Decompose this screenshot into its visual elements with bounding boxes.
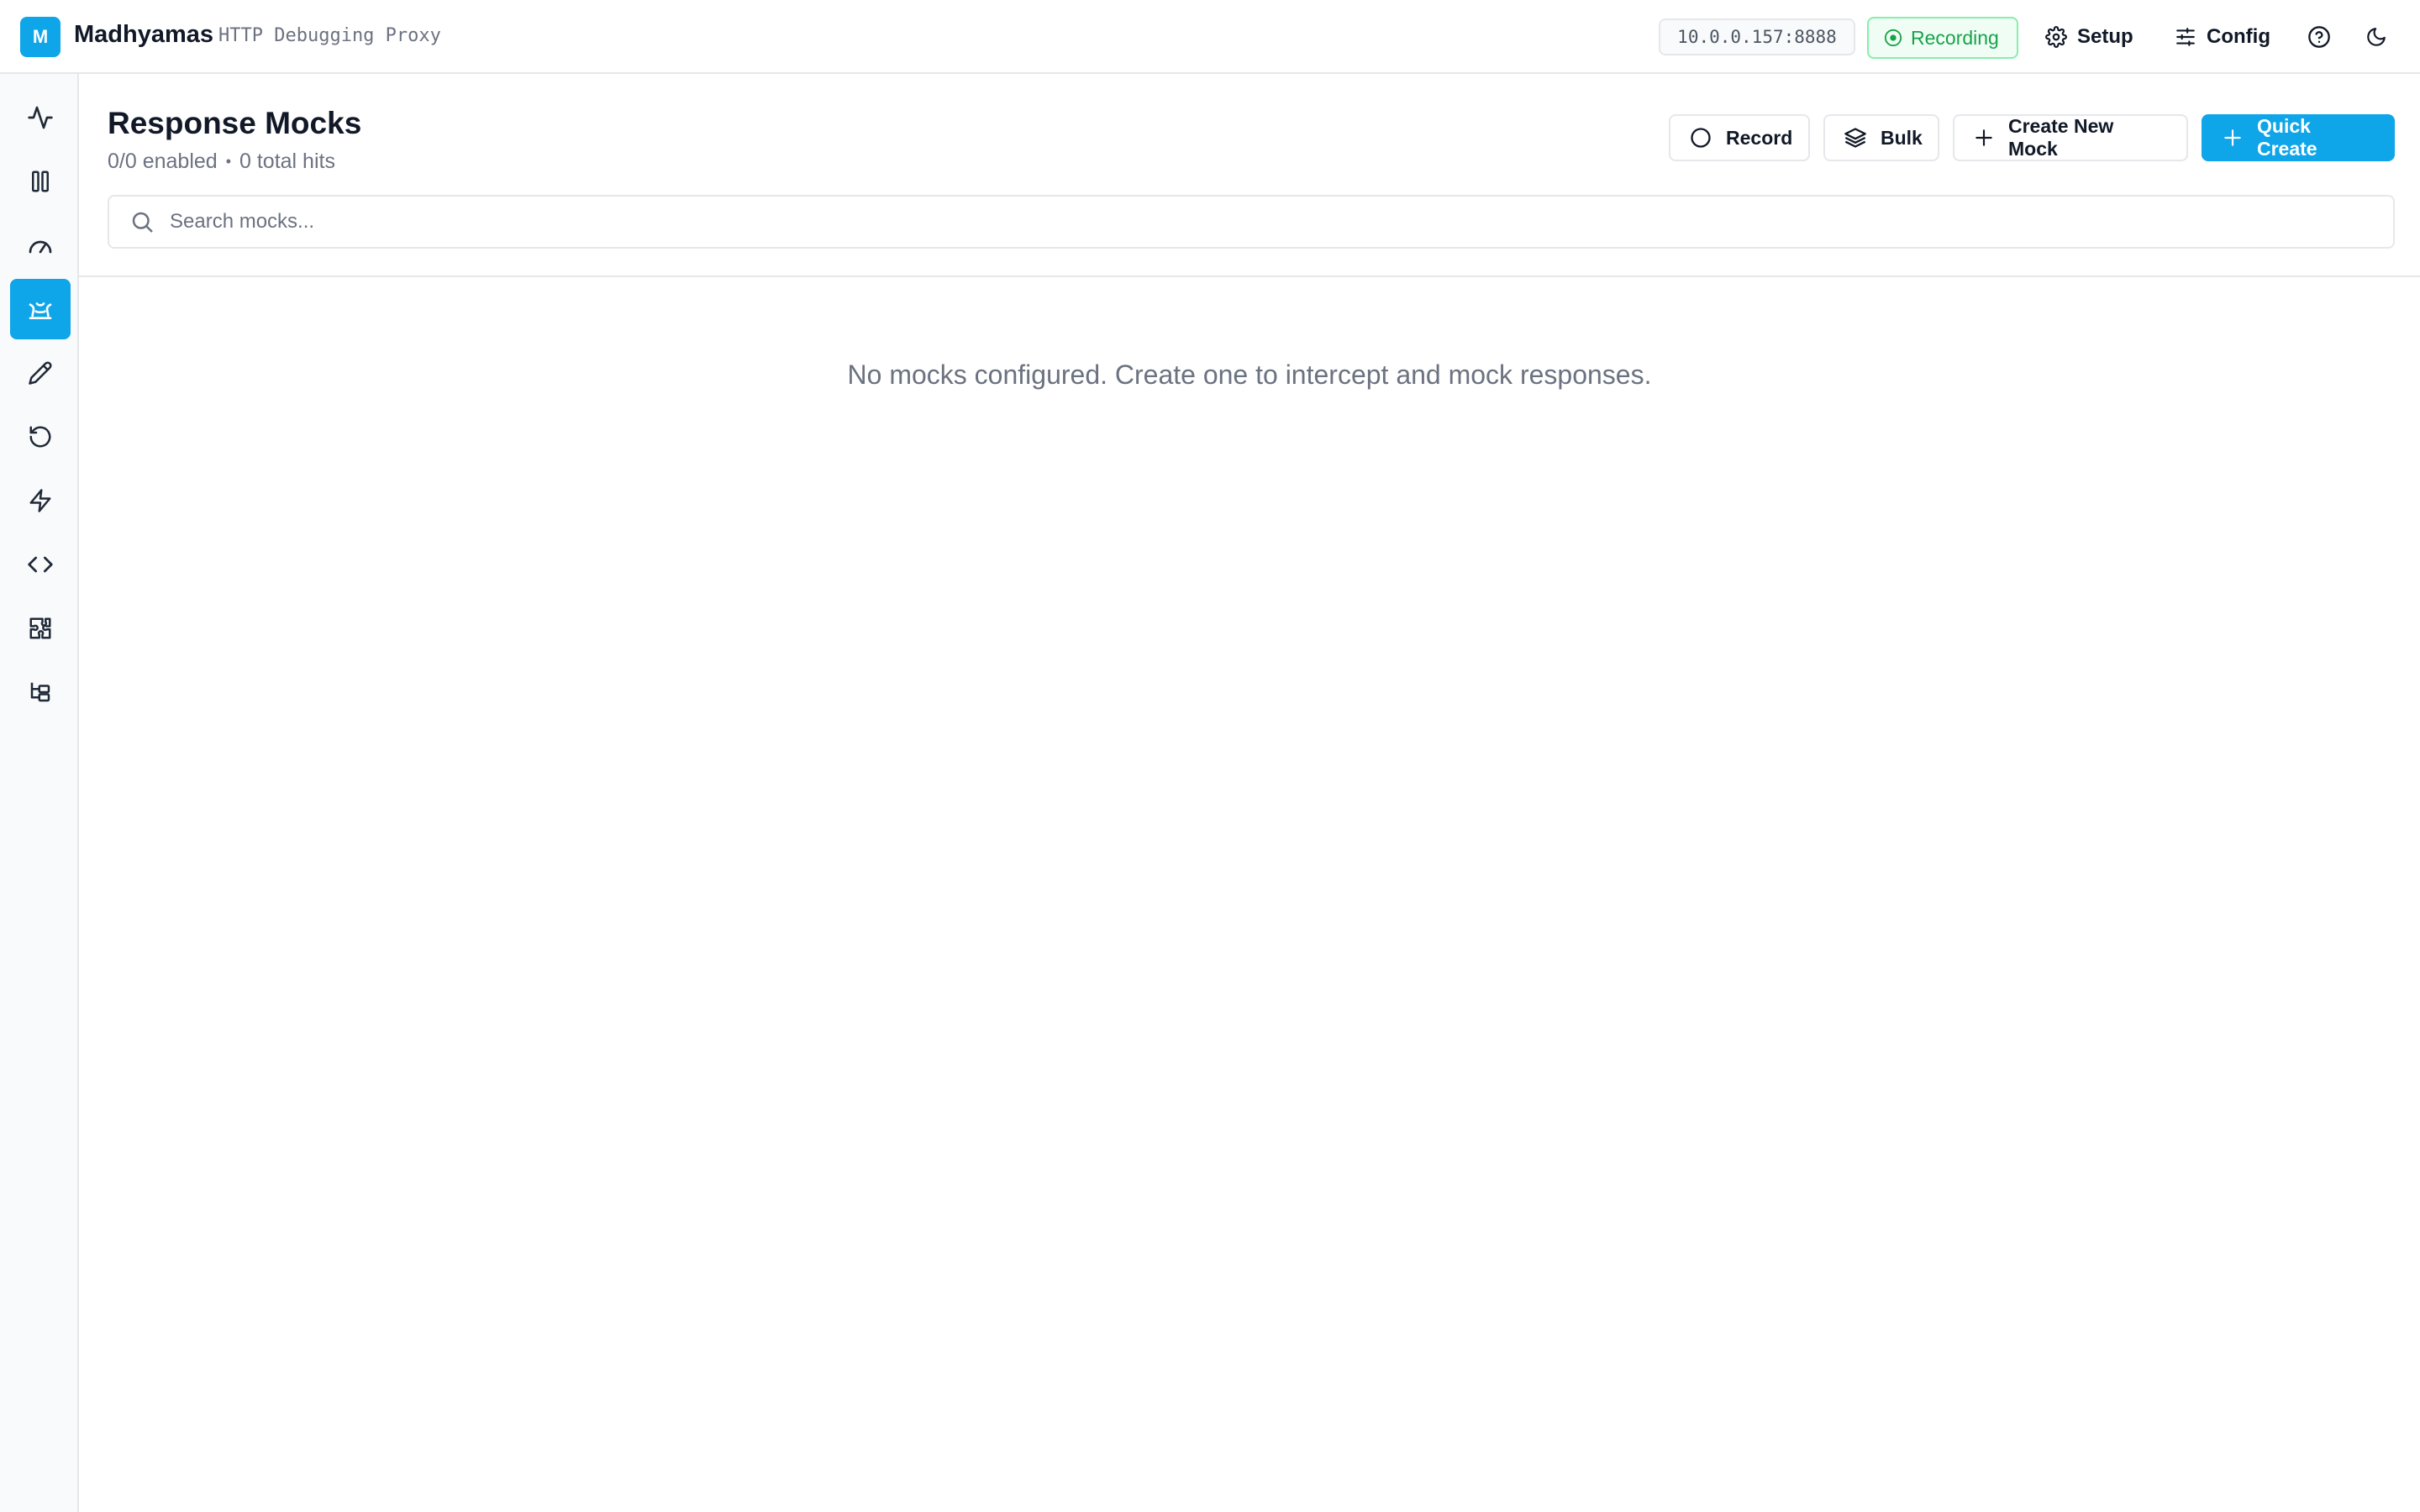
app-name: Madhyamas [74, 21, 214, 48]
sidebar-item-replay[interactable] [10, 407, 71, 467]
activity-icon [27, 104, 54, 131]
zap-icon [28, 488, 53, 513]
sidebar-item-plugins[interactable] [10, 598, 71, 659]
search-box [108, 195, 2395, 249]
bulk-label: Bulk [1881, 126, 1923, 149]
recording-status-button[interactable]: Recording [1867, 17, 2018, 59]
sliders-icon [2175, 26, 2196, 48]
help-button[interactable] [2302, 20, 2336, 54]
app-subtitle: HTTP Debugging Proxy [218, 25, 441, 46]
sidebar-item-performance[interactable] [10, 215, 71, 276]
create-new-mock-label: Create New Mock [2008, 115, 2114, 160]
gear-icon [2045, 26, 2067, 48]
top-bar: M Madhyamas HTTP Debugging Proxy 10.0.0.… [0, 0, 2420, 74]
recording-label: Recording [1911, 26, 1999, 49]
search-icon [129, 209, 155, 234]
theme-toggle-button[interactable] [2360, 20, 2393, 54]
sidebar-item-automation[interactable] [10, 470, 71, 531]
empty-state-message: No mocks configured. Create one to inter… [847, 360, 1652, 390]
circle-icon [1689, 126, 1712, 150]
sidebar-item-split[interactable] [10, 151, 71, 212]
page-stats: 0/0 enabled • 0 total hits [108, 150, 335, 174]
app-logo: M [20, 17, 60, 57]
stats-separator: • [225, 153, 231, 170]
code-icon [27, 551, 54, 578]
page-header: Response Mocks 0/0 enabled • 0 total hit… [79, 74, 2420, 277]
total-hits: 0 total hits [239, 150, 335, 173]
tree-icon [28, 680, 53, 705]
layers-icon [1844, 126, 1867, 150]
config-button[interactable]: Config [2175, 17, 2270, 57]
mock-icon [27, 296, 54, 323]
columns-icon [28, 169, 53, 194]
sidebar [0, 74, 79, 1512]
sidebar-item-traffic[interactable] [10, 87, 71, 148]
bulk-button[interactable]: Bulk [1823, 114, 1939, 161]
sidebar-item-edit[interactable] [10, 343, 71, 403]
plus-icon [2222, 127, 2244, 149]
recording-icon [1884, 29, 1902, 47]
setup-button[interactable]: Setup [2045, 17, 2133, 57]
sidebar-item-mocks[interactable] [10, 279, 71, 339]
help-circle-icon [2307, 25, 2331, 49]
quick-create-label: Quick Create [2257, 115, 2317, 160]
config-label: Config [2207, 25, 2270, 48]
enabled-count: 0/0 enabled [108, 150, 218, 173]
sidebar-item-code[interactable] [10, 534, 71, 595]
pencil-icon [28, 360, 53, 386]
create-new-mock-button[interactable]: Create New Mock [1953, 114, 2188, 161]
record-label: Record [1726, 126, 1793, 149]
moon-icon [2365, 26, 2387, 48]
search-input[interactable] [170, 210, 2354, 234]
gauge-icon [27, 232, 54, 259]
quick-create-button[interactable]: Quick Create [2202, 114, 2395, 161]
plus-icon [1973, 127, 1995, 149]
puzzle-icon [28, 616, 53, 641]
sidebar-item-tree[interactable] [10, 662, 71, 722]
record-button[interactable]: Record [1669, 114, 1810, 161]
page-title: Response Mocks [108, 106, 362, 140]
proxy-address[interactable]: 10.0.0.157:8888 [1659, 18, 1855, 55]
setup-label: Setup [2077, 25, 2133, 48]
rotate-ccw-icon [28, 424, 53, 449]
